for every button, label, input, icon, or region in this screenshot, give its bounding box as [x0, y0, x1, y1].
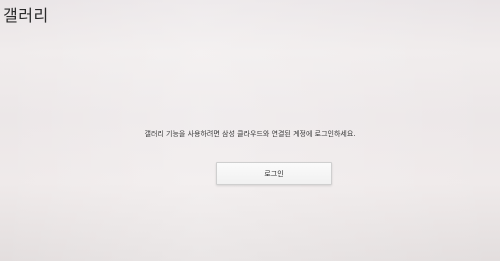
gallery-screen: 갤러리 갤러리 기능을 사용하려면 삼성 클라우드와 연결된 계정에 로그인하세… — [0, 0, 500, 261]
login-button[interactable]: 로그인 — [216, 162, 332, 185]
page-title: 갤러리 — [3, 6, 49, 25]
login-prompt-message: 갤러리 기능을 사용하려면 삼성 클라우드와 연결된 계정에 로그인하세요. — [144, 130, 356, 138]
